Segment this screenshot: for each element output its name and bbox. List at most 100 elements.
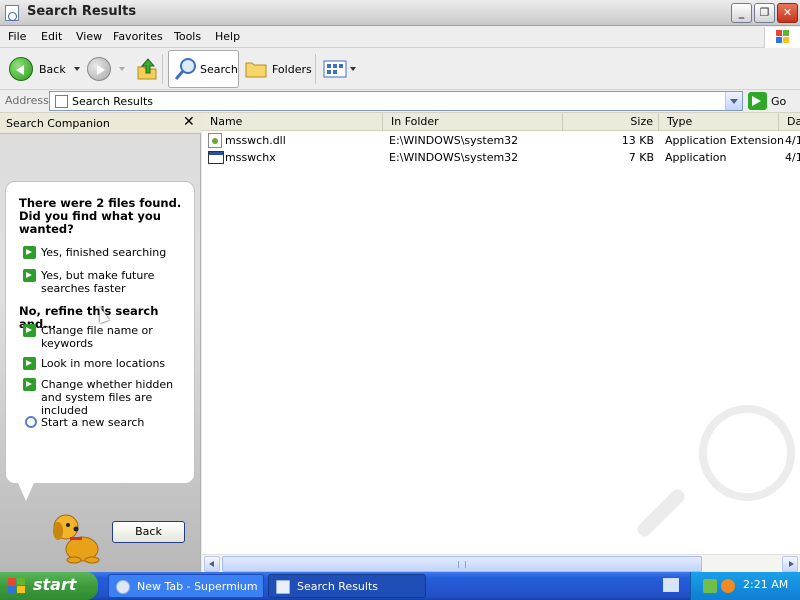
scroll-grip-icon — [458, 561, 466, 568]
taskbar-item-search-results[interactable]: Search Results — [268, 574, 426, 598]
green-arrow-icon — [23, 246, 36, 259]
task-label: Search Results — [297, 580, 379, 593]
search-button[interactable]: Search — [168, 50, 239, 88]
maximize-button[interactable]: ❐ — [754, 3, 775, 23]
file-name: msswch.dll — [225, 134, 286, 147]
keyboard-icon[interactable] — [663, 578, 679, 592]
file-date: 4/1 — [785, 151, 800, 164]
folders-button[interactable]: Folders — [244, 48, 312, 90]
search-results-icon — [55, 95, 68, 108]
companion-close-button[interactable]: ✕ — [183, 114, 195, 130]
close-button[interactable]: ✕ — [777, 3, 798, 23]
forward-dropdown-icon[interactable] — [119, 67, 125, 71]
system-tray: 2:21 AM — [690, 572, 800, 600]
files-found-message: There were 2 files found. Did you find w… — [19, 196, 182, 236]
search-results-icon — [276, 580, 290, 594]
balloon-tail — [18, 483, 34, 501]
browser-icon — [116, 580, 130, 594]
task-label: New Tab - Supermium — [137, 580, 258, 593]
search-window-icon — [5, 5, 19, 21]
menu-bar: File Edit View Favorites Tools Help — [0, 26, 800, 48]
companion-header: Search Companion ✕ — [0, 113, 201, 134]
address-bar: Address Search Results Go — [0, 90, 800, 113]
green-arrow-icon — [23, 357, 36, 370]
column-name[interactable]: Name — [202, 113, 383, 131]
file-type: Application — [665, 151, 727, 164]
clock: 2:21 AM — [743, 578, 789, 591]
start-label: start — [33, 575, 77, 594]
option-finished-searching[interactable]: Yes, finished searching — [41, 246, 191, 259]
menu-help[interactable]: Help — [215, 30, 240, 43]
column-type[interactable]: Type — [659, 113, 779, 131]
scroll-right-button[interactable] — [782, 556, 798, 572]
windows-logo-icon — [764, 27, 800, 48]
column-in-folder[interactable]: In Folder — [383, 113, 563, 131]
back-label: Back — [39, 62, 66, 76]
forward-arrow-icon — [87, 57, 111, 81]
forward-button[interactable] — [87, 48, 125, 90]
magnifier-watermark-icon — [699, 405, 795, 501]
scroll-left-button[interactable] — [204, 556, 220, 572]
address-dropdown-button[interactable] — [725, 92, 742, 110]
views-dropdown-icon — [350, 67, 356, 71]
window-title: Search Results — [27, 4, 137, 19]
results-list: Name In Folder Size Type Da msswch.dll E… — [202, 113, 800, 554]
table-row[interactable]: msswchx E:\WINDOWS\system32 7 KB Applica… — [202, 149, 800, 166]
search-icon — [174, 58, 196, 80]
magnifier-icon — [25, 416, 37, 428]
back-arrow-icon — [9, 57, 33, 81]
network-icon[interactable] — [703, 579, 717, 593]
option-more-locations[interactable]: Look in more locations — [41, 357, 191, 370]
file-folder: E:\WINDOWS\system32 — [389, 151, 519, 164]
address-input[interactable]: Search Results — [49, 91, 743, 111]
file-size: 13 KB — [621, 134, 654, 147]
companion-balloon: There were 2 files found. Did you find w… — [5, 181, 195, 543]
green-arrow-icon — [23, 324, 36, 337]
taskbar-item-supermium[interactable]: New Tab - Supermium — [108, 574, 264, 598]
horizontal-scrollbar[interactable] — [202, 554, 800, 572]
file-name: msswchx — [225, 151, 276, 164]
companion-back-button[interactable]: Back — [112, 521, 185, 543]
dll-file-icon — [208, 133, 222, 148]
back-dropdown-icon[interactable] — [73, 67, 80, 71]
search-companion-pane: Search Companion ✕ There were 2 files fo… — [0, 113, 201, 572]
option-faster-searches[interactable]: Yes, but make future searches faster — [41, 269, 191, 295]
column-date[interactable]: Da — [779, 113, 800, 131]
search-dog-icon[interactable] — [46, 505, 110, 565]
back-button[interactable]: Back — [9, 48, 80, 90]
scroll-thumb[interactable] — [222, 556, 702, 572]
file-type: Application Extension — [665, 134, 784, 147]
menu-view[interactable]: View — [76, 30, 102, 43]
toolbar-separator — [315, 54, 316, 84]
search-tray-icon[interactable] — [721, 579, 735, 593]
menu-file[interactable]: File — [8, 30, 26, 43]
file-folder: E:\WINDOWS\system32 — [389, 134, 519, 147]
start-button[interactable]: start — [0, 572, 98, 600]
table-row[interactable]: msswch.dll E:\WINDOWS\system32 13 KB App… — [202, 132, 800, 149]
option-hidden-system-files[interactable]: Change whether hidden and system files a… — [41, 378, 191, 417]
minimize-button[interactable]: _ — [731, 3, 752, 23]
up-folder-button[interactable] — [136, 48, 158, 90]
views-button[interactable] — [323, 48, 356, 90]
column-size[interactable]: Size — [563, 113, 659, 131]
green-arrow-icon — [23, 269, 36, 282]
views-icon — [323, 60, 347, 78]
magnifier-watermark-handle — [634, 486, 688, 540]
go-arrow-icon[interactable] — [748, 92, 767, 110]
title-bar: Search Results _ ❐ ✕ — [0, 0, 800, 26]
toolbar: Back Search Folders — [0, 48, 800, 90]
menu-edit[interactable]: Edit — [41, 30, 62, 43]
companion-title: Search Companion — [6, 117, 110, 130]
toolbar-separator — [162, 54, 163, 84]
up-folder-icon — [137, 58, 157, 80]
go-button[interactable]: Go — [771, 95, 786, 108]
option-change-file-name[interactable]: Change file name or keywords — [41, 324, 191, 350]
application-file-icon — [208, 151, 224, 164]
menu-favorites[interactable]: Favorites — [113, 30, 163, 43]
column-headers: Name In Folder Size Type Da — [202, 113, 800, 131]
search-label: Search — [200, 63, 238, 76]
option-new-search[interactable]: Start a new search — [41, 416, 191, 429]
windows-flag-icon — [8, 578, 26, 594]
address-label: Address — [5, 94, 49, 107]
menu-tools[interactable]: Tools — [174, 30, 201, 43]
